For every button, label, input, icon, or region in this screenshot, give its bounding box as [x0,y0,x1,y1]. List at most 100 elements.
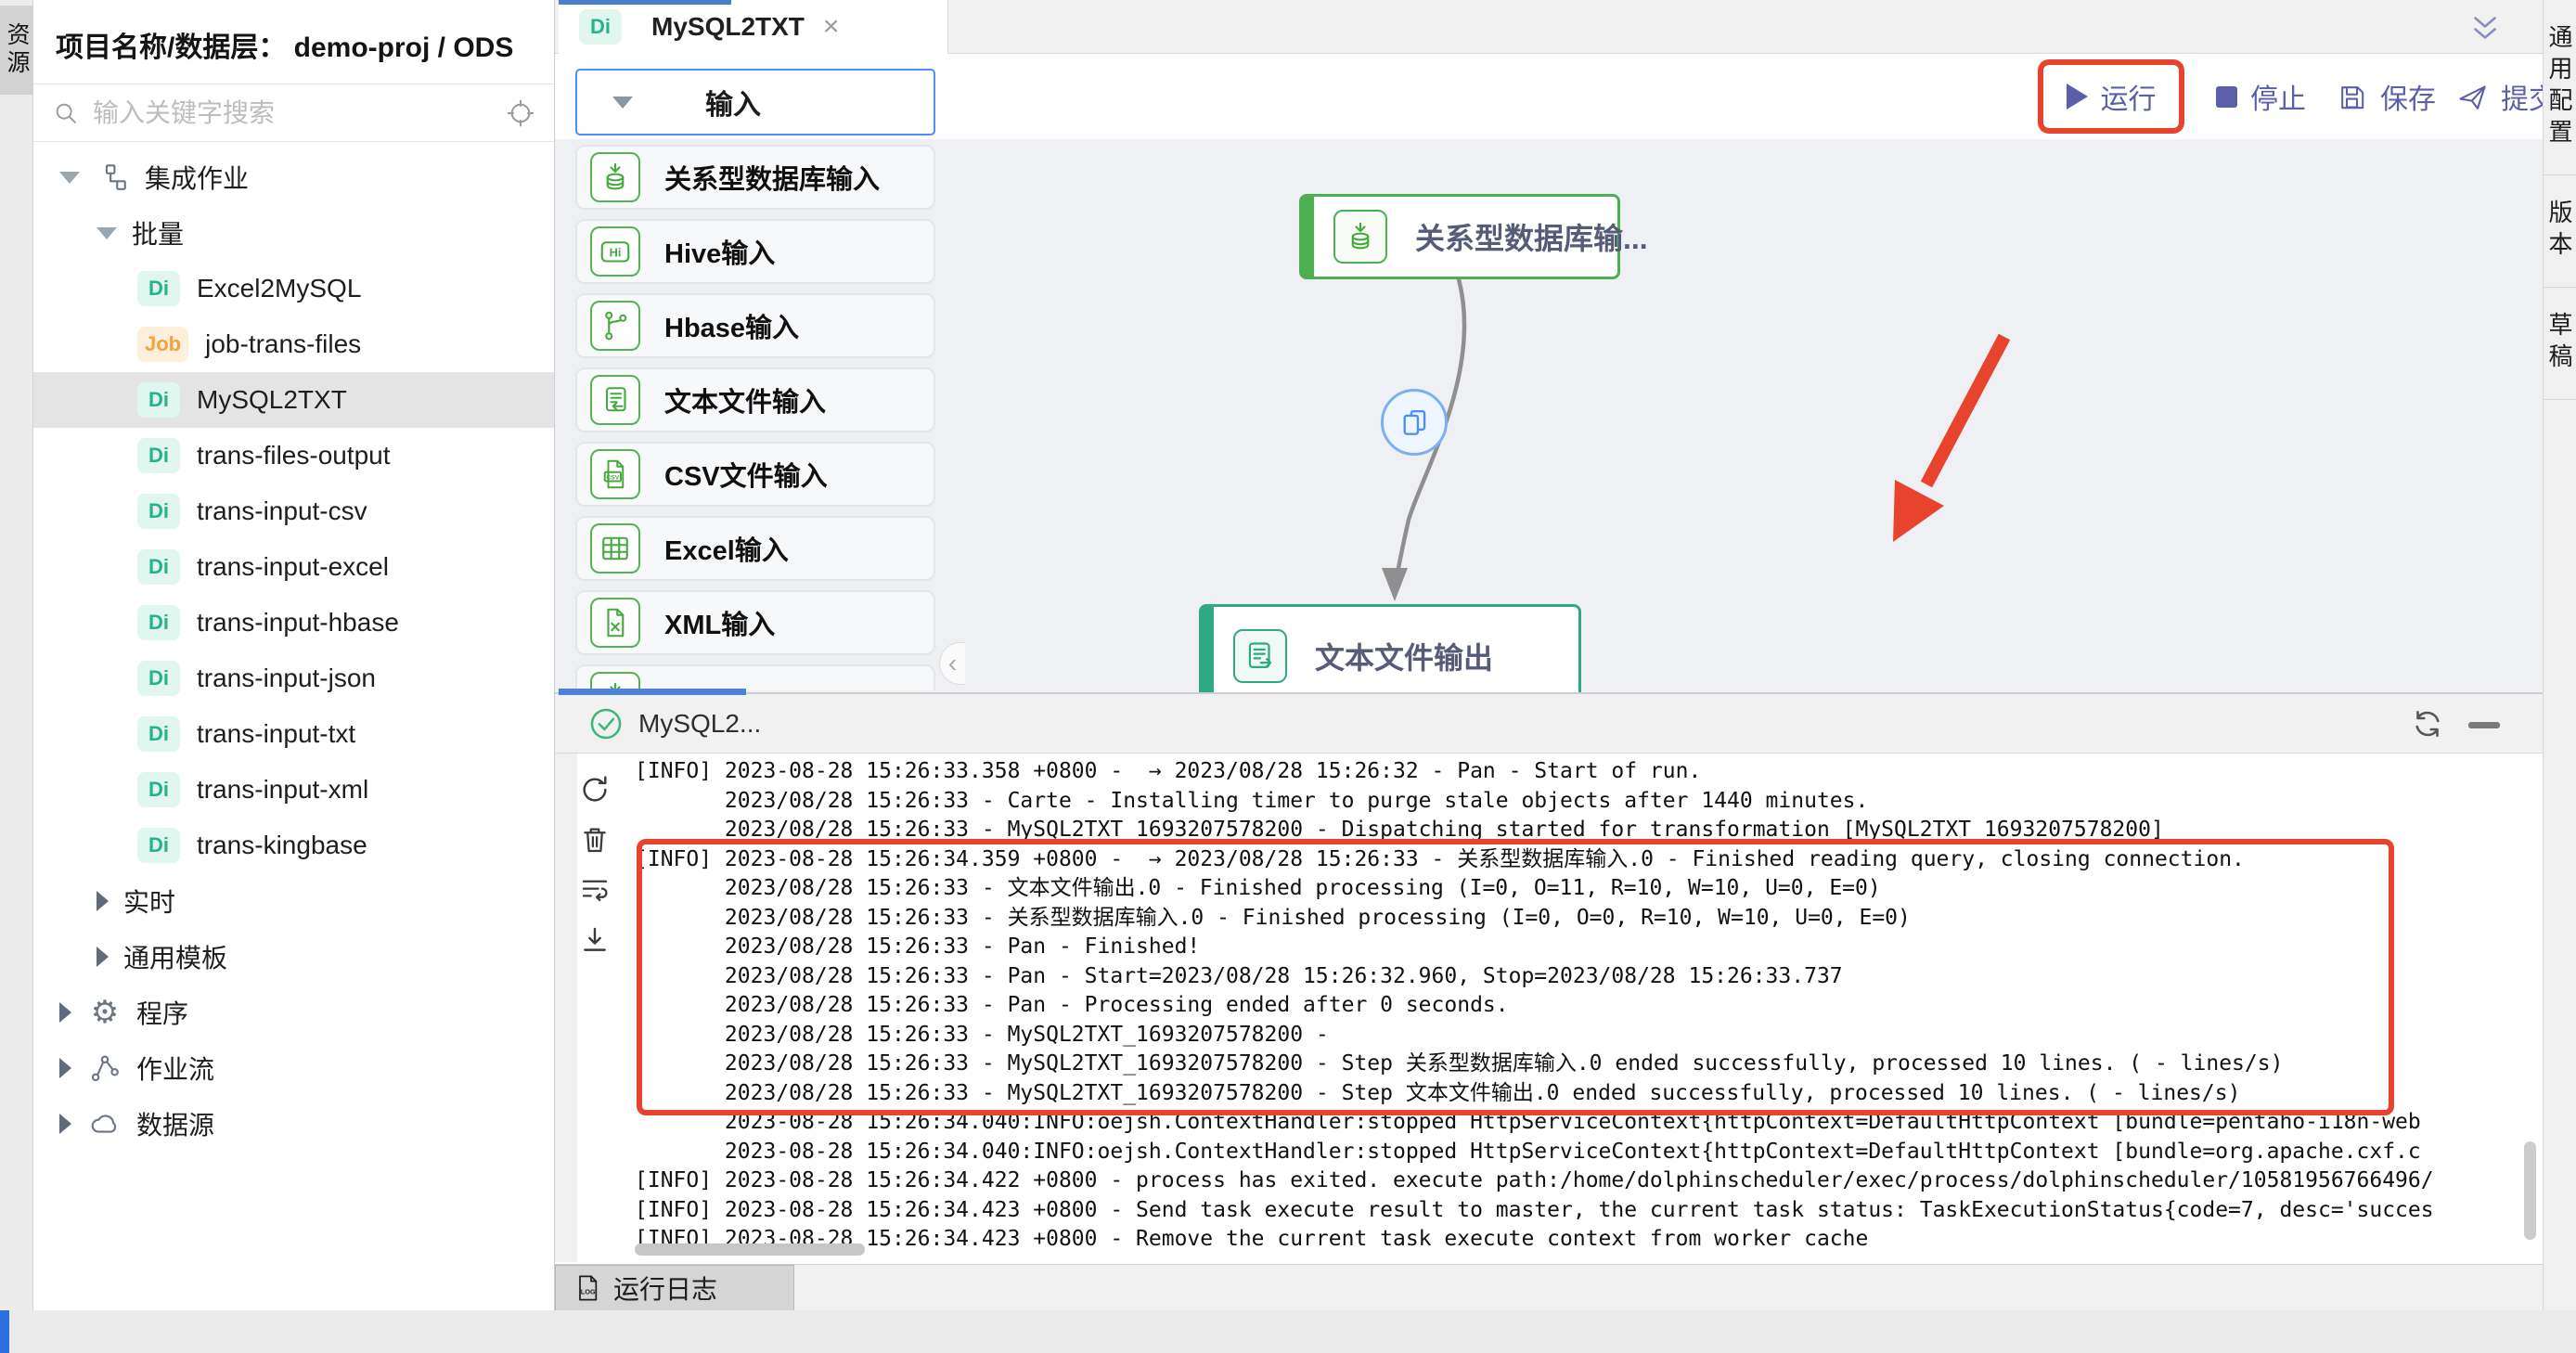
di-badge: Di [137,549,180,585]
project-tree: 集成作业批量DiExcel2MySQLJobjob-trans-filesDiM… [33,142,554,1152]
right-tab-通用配置[interactable]: 通用配置 [2544,0,2576,175]
sidebar-item-trans-input-csv[interactable]: Ditrans-input-csv [33,483,554,539]
sidebar-item-trans-input-excel[interactable]: Di trans-input-excel [33,539,554,595]
sidebar-item-trans-input-hbase[interactable]: Di trans-input-hbase [33,595,554,651]
right-tab-草稿[interactable]: 草稿 [2544,288,2576,400]
sidebar-item-作业流[interactable]: 作业流 [33,1040,554,1096]
tree-item-label: 实时 [123,883,175,920]
bottom-left-accent [0,1310,9,1353]
tree-item-label: 数据源 [136,1105,214,1142]
wrap-lines-icon[interactable] [579,874,611,906]
palette-item-Hive输入[interactable]: HiHive输入 [575,219,935,284]
sidebar-item-trans-kingbase[interactable]: Ditrans-kingbase [33,818,554,873]
save-icon [2337,82,2367,112]
log-line: [INFO] 2023-08-28 15:26:34.422 +0800 - p… [635,1166,2535,1196]
tree-item-label: trans-input-json [197,664,376,693]
right-tab-版本[interactable]: 版本 [2544,175,2576,288]
palette-item-partial[interactable] [575,664,935,690]
collapse-panel-icon[interactable] [2468,11,2502,45]
database-input-icon [1333,210,1387,264]
db-icon [590,672,640,690]
save-button[interactable]: 保存 [2337,72,2436,121]
search-input[interactable] [93,98,506,128]
stop-button[interactable]: 停止 [2216,72,2306,121]
tree-item-label: trans-input-hbase [197,608,399,638]
sidebar-item-Excel2MySQL[interactable]: DiExcel2MySQL [33,261,554,316]
send-icon [2457,82,2488,112]
sidebar-item-trans-input-xml[interactable]: Ditrans-input-xml [33,762,554,818]
di-badge: Di [137,605,180,640]
crosshair-icon[interactable] [506,98,535,128]
vertical-scrollbar[interactable] [2524,1141,2536,1240]
sidebar-item-批量[interactable]: 批量 [33,205,554,261]
tab-resources[interactable]: 资源 [0,6,33,95]
download-icon[interactable] [579,924,611,956]
sidebar-item-trans-input-txt[interactable]: Di trans-input-txt [33,706,554,762]
di-badge: Di [137,661,180,696]
annotation-arrow [1926,337,2004,484]
log-title: MySQL2... [638,709,761,739]
palette-item-文本文件输入[interactable]: 文本文件输入 [575,367,935,432]
workflow-icon [86,1050,123,1087]
integration-icon [95,159,132,196]
log-toolbar-strip [555,754,577,1262]
palette-item-Excel输入[interactable]: Excel输入 [575,516,935,581]
sidebar-item-trans-files-output[interactable]: Ditrans-files-output [33,428,554,483]
di-badge: Di [137,271,180,306]
sidebar-item-程序[interactable]: ⚙程序 [33,985,554,1040]
chevron-down-icon [612,97,633,109]
sidebar-item-trans-input-json[interactable]: Di trans-input-json [33,651,554,706]
sidebar-item-实时[interactable]: 实时 [33,873,554,929]
tab-run-log[interactable]: LOG 运行日志 [555,1265,794,1311]
sidebar-item-job-trans-files[interactable]: Jobjob-trans-files [33,316,554,372]
palette-scrollbar[interactable] [559,689,746,695]
hop-copy-badge[interactable] [1381,389,1448,456]
palette-item-label: Hive输入 [664,232,775,271]
caret-expanded-icon[interactable] [59,172,80,184]
tab-mysql2txt[interactable]: Di MySQL2TXT × [559,0,948,54]
excel-icon [590,523,640,573]
horizontal-scrollbar[interactable] [635,1243,865,1256]
palette-group-input[interactable]: 输入 [575,69,935,135]
node-accent-bar [1302,197,1314,277]
node-accent-bar [1202,607,1214,705]
refresh-icon[interactable] [579,774,611,805]
caret-collapsed-icon[interactable] [97,947,109,967]
csv-icon: CSV [590,449,640,499]
sidebar-item-集成作业[interactable]: 集成作业 [33,149,554,205]
sidebar-item-数据源[interactable]: 数据源 [33,1096,554,1152]
trash-icon[interactable] [579,824,611,856]
sidebar-item-通用模板[interactable]: 通用模板 [33,929,554,985]
gear-icon: ⚙ [86,994,123,1031]
palette-item-CSV文件输入[interactable]: CSVCSV文件输入 [575,442,935,507]
di-badge: Di [137,716,180,752]
minimize-icon[interactable] [2468,722,2500,728]
palette-item-关系型数据库输入[interactable]: 关系型数据库输入 [575,145,935,210]
sync-icon[interactable] [2411,707,2444,741]
annotation-log-highlight [637,839,2394,1115]
submit-button[interactable]: 提交 [2457,72,2557,121]
log-panel-body: [INFO] 2023-08-28 15:26:33.358 +0800 - →… [555,754,2543,1262]
caret-expanded-icon[interactable] [97,227,117,239]
caret-collapsed-icon[interactable] [59,1058,71,1078]
tree-item-label: trans-input-txt [197,719,355,749]
tree-item-label: trans-input-excel [197,552,389,582]
run-button[interactable]: 运行 [2067,72,2157,121]
palette-item-XML输入[interactable]: XML输入 [575,590,935,655]
xml-icon [590,598,640,648]
caret-collapsed-icon[interactable] [59,1114,71,1134]
di-badge: Di [137,382,180,418]
close-tab-icon[interactable]: × [823,11,840,43]
sidebar-item-MySQL2TXT[interactable]: DiMySQL2TXT [33,372,554,428]
caret-collapsed-icon[interactable] [97,891,109,911]
app-window: 资源 项目名称/数据层： demo-proj / ODS 集成作业批量DiExc… [0,0,2576,1353]
palette-item-label: XML输入 [664,603,775,642]
tree-item-label: 通用模板 [123,938,227,975]
datasource-icon [86,1105,123,1142]
palette-item-label: 关系型数据库输入 [664,158,880,197]
step-palette: 输入 关系型数据库输入 HiHive输入 Hbase输入文本文件输入 CSVCSV文件… [575,69,935,692]
palette-item-Hbase输入[interactable]: Hbase输入 [575,293,935,358]
node-db-input[interactable]: 关系型数据库输... [1299,194,1620,279]
caret-collapsed-icon[interactable] [59,1002,71,1023]
tree-item-label: trans-kingbase [197,831,367,860]
